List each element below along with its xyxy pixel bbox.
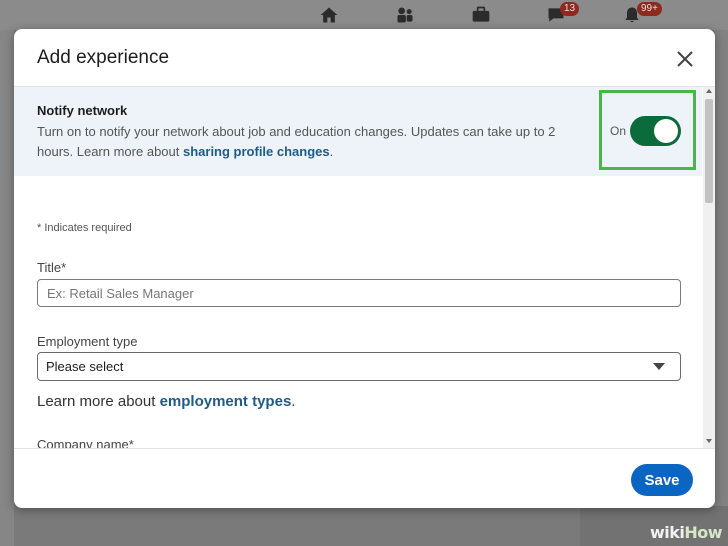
- dialog-footer: Save: [14, 448, 715, 508]
- learn-more-text: Learn more about: [37, 393, 160, 410]
- scroll-down-arrow-icon[interactable]: [706, 439, 712, 443]
- sharing-profile-changes-link[interactable]: sharing profile changes: [183, 144, 330, 159]
- save-button[interactable]: Save: [631, 464, 693, 496]
- company-name-label: Company name*: [37, 437, 134, 448]
- scroll-thumb[interactable]: [705, 99, 713, 203]
- learn-more-end: .: [291, 393, 296, 410]
- notify-network-toggle[interactable]: [630, 116, 681, 146]
- employment-types-help: Learn more about employment types.: [37, 393, 295, 410]
- home-icon: [320, 7, 338, 23]
- employment-types-link[interactable]: employment types: [160, 393, 292, 410]
- close-icon[interactable]: [672, 46, 698, 72]
- watermark-how: How: [684, 523, 722, 542]
- scroll-up-arrow-icon[interactable]: [706, 89, 712, 93]
- employment-type-value: Please select: [46, 359, 124, 374]
- notify-network-description: Turn on to notify your network about job…: [37, 122, 577, 162]
- notifications-badge: 99+: [637, 2, 662, 16]
- required-note: * Indicates required: [37, 222, 132, 234]
- watermark-wiki: wiki: [649, 523, 685, 542]
- jobs-icon: [472, 6, 490, 22]
- dialog-scrollbar[interactable]: [703, 87, 715, 448]
- background-right-column: [714, 30, 728, 546]
- title-label: Title*: [37, 260, 67, 275]
- background-nav-bar: 13 99+: [0, 0, 728, 30]
- notify-description-end: .: [329, 144, 334, 159]
- dialog-title: Add experience: [37, 47, 170, 68]
- toggle-state-label: On: [610, 124, 627, 138]
- network-icon: [397, 7, 413, 23]
- toggle-knob: [654, 119, 678, 143]
- background-left-column: [0, 30, 14, 546]
- employment-type-select[interactable]: Please select: [37, 352, 681, 381]
- title-input[interactable]: [37, 279, 681, 307]
- notify-network-section: Notify network Turn on to notify your ne…: [14, 87, 702, 176]
- add-experience-dialog: Add experience Notify network Turn on to…: [14, 29, 715, 508]
- caret-down-icon: [653, 363, 665, 370]
- employment-type-label: Employment type: [37, 334, 138, 349]
- dialog-body: Notify network Turn on to notify your ne…: [14, 87, 702, 448]
- wikihow-watermark: wikiHow: [649, 523, 723, 542]
- notify-network-title: Notify network: [37, 103, 128, 118]
- dialog-header: Add experience: [14, 29, 715, 87]
- messaging-badge: 13: [560, 2, 580, 16]
